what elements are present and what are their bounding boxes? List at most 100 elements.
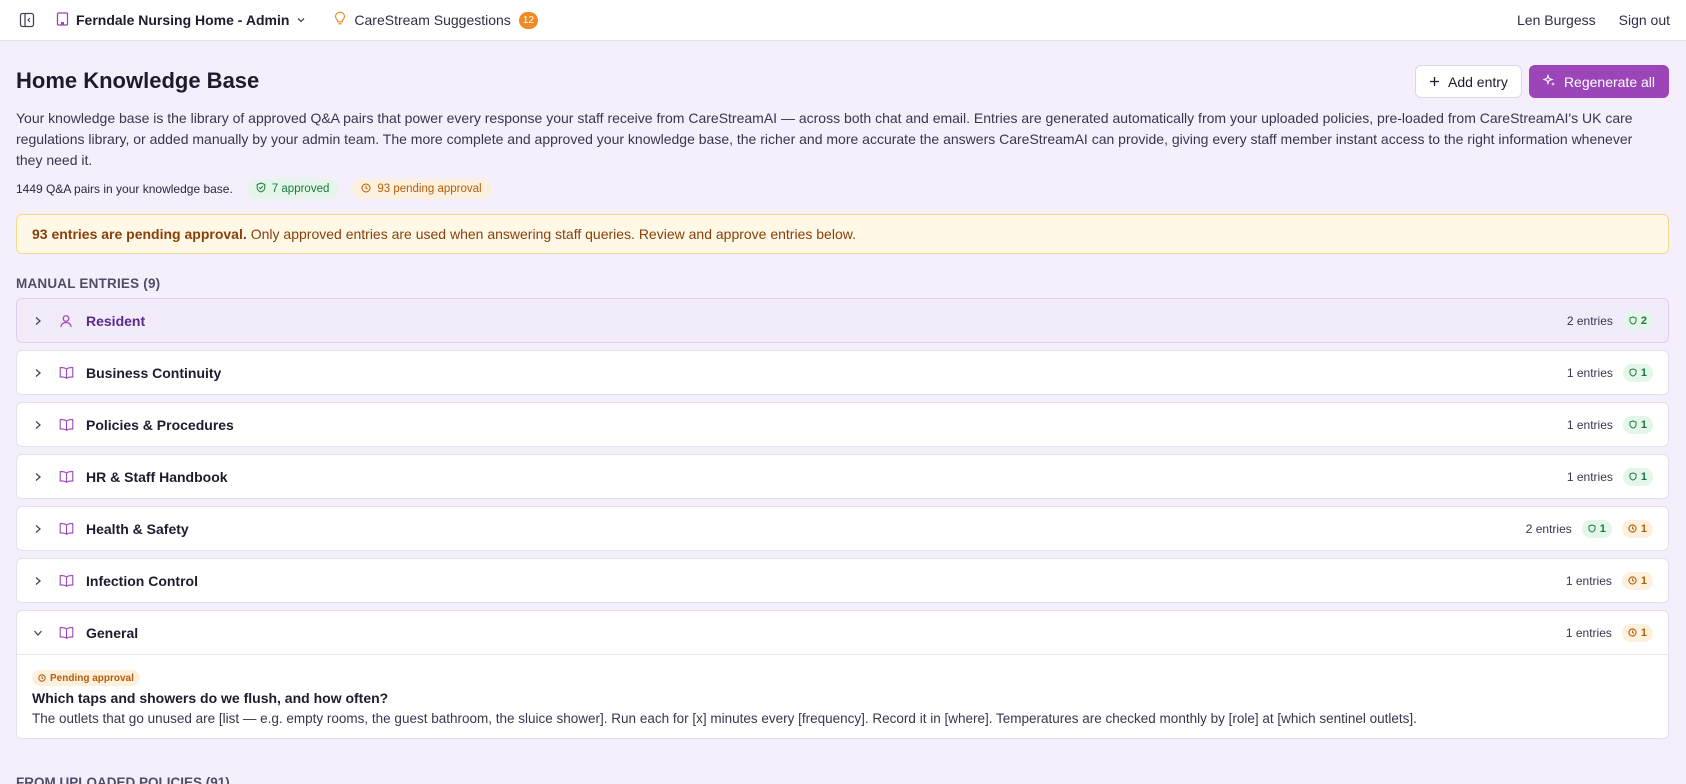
group-label: Infection Control [86, 572, 198, 589]
regenerate-all-label: Regenerate all [1563, 73, 1655, 90]
sign-out-link[interactable]: Sign out [1619, 12, 1670, 28]
book-open-icon [58, 469, 74, 485]
group-label: Resident [86, 312, 146, 329]
pending-pill: 93 pending approval [352, 179, 491, 199]
group-label: Health & Safety [86, 520, 189, 537]
pending-status-label: Pending approval [50, 672, 134, 684]
group-header-general[interactable]: General 1 entries 1 [17, 611, 1668, 654]
entry-answer: The outlets that go unused are [list — e… [32, 711, 1417, 726]
approved-count-badge: 2 [1622, 311, 1653, 330]
alert-bold-text: 93 entries are pending approval. [32, 226, 247, 242]
approved-count: 1 [1640, 470, 1647, 483]
group-health-safety: Health & Safety 2 entries 1 1 [16, 506, 1669, 551]
main-content: Home Knowledge Base Add entry Regenerate… [0, 65, 1686, 784]
carestream-suggestions-link[interactable]: CareStream Suggestions 12 [334, 11, 538, 29]
chevron-right-icon [32, 575, 44, 587]
pending-count: 1 [1640, 522, 1647, 535]
building-icon [56, 11, 69, 29]
approved-count: 1 [1640, 418, 1647, 431]
user-name[interactable]: Len Burgess [1517, 12, 1596, 28]
group-header-health-safety[interactable]: Health & Safety 2 entries 1 1 [17, 507, 1668, 550]
book-open-icon [58, 417, 74, 433]
clock-icon [38, 674, 46, 682]
book-open-icon [58, 365, 74, 381]
entry-question: Which taps and showers do we flush, and … [32, 690, 389, 706]
plus-icon [1429, 74, 1440, 90]
entries-count: 1 entries [1566, 417, 1613, 432]
group-label: Policies & Procedures [86, 416, 234, 433]
org-name: Ferndale Nursing Home - Admin [76, 12, 290, 28]
qa-count-text: 1449 Q&A pairs in your knowledge base. [16, 182, 233, 196]
add-entry-button[interactable]: Add entry [1415, 65, 1522, 98]
entries-count: 1 entries [1566, 365, 1613, 380]
pending-alert: 93 entries are pending approval. Only ap… [16, 214, 1669, 254]
chevron-down-icon [32, 627, 44, 639]
shield-check-icon [1588, 524, 1596, 533]
regenerate-all-button[interactable]: Regenerate all [1528, 65, 1669, 98]
kb-entry[interactable]: Pending approval Which taps and showers … [17, 654, 1668, 738]
intro-text: Your knowledge base is the library of ap… [16, 110, 1633, 168]
group-resident: Resident 2 entries 2 [16, 298, 1669, 343]
manual-entries-title: MANUAL ENTRIES (9) [16, 276, 161, 291]
lightbulb-icon [334, 11, 346, 29]
clock-icon [1628, 576, 1637, 585]
approved-pill-label: 7 approved [271, 183, 330, 195]
group-label: HR & Staff Handbook [86, 468, 228, 485]
entries-count: 1 entries [1566, 469, 1613, 484]
approved-count: 1 [1640, 366, 1647, 379]
approved-pill: 7 approved [246, 179, 339, 199]
approved-count-badge: 1 [1622, 363, 1653, 382]
group-label: General [86, 624, 139, 641]
group-header-business-continuity[interactable]: Business Continuity 1 entries 1 [17, 351, 1668, 394]
entries-count: 2 entries [1525, 521, 1572, 536]
group-header-resident[interactable]: Resident 2 entries 2 [17, 299, 1668, 342]
pending-pill-label: 93 pending approval [377, 183, 482, 195]
chevron-down-icon [296, 12, 306, 28]
book-open-icon [58, 625, 74, 641]
approved-count-badge: 1 [1622, 415, 1653, 434]
group-policies-procedures: Policies & Procedures 1 entries 1 [16, 402, 1669, 447]
user-icon [58, 313, 74, 329]
sparkles-icon [1542, 73, 1556, 90]
uploaded-policies-title: FROM UPLOADED POLICIES (91) [16, 775, 230, 784]
shield-check-icon [1629, 472, 1637, 481]
alert-text: Only approved entries are used when answ… [250, 226, 856, 242]
book-open-icon [58, 573, 74, 589]
org-switcher[interactable]: Ferndale Nursing Home - Admin [56, 11, 306, 29]
approved-count-badge: 1 [1622, 467, 1653, 486]
chevron-right-icon [32, 523, 44, 535]
clock-icon [1628, 628, 1637, 637]
shield-check-icon [1629, 420, 1637, 429]
approved-count: 2 [1640, 314, 1647, 327]
pending-count-badge: 1 [1621, 571, 1653, 590]
shield-check-icon [1629, 368, 1637, 377]
page-title: Home Knowledge Base [16, 68, 260, 93]
suggestions-label: CareStream Suggestions [354, 12, 511, 28]
chevron-right-icon [32, 367, 44, 379]
chevron-right-icon [32, 471, 44, 483]
group-header-hr-staff-handbook[interactable]: HR & Staff Handbook 1 entries 1 [17, 455, 1668, 498]
pending-count: 1 [1640, 626, 1647, 639]
book-open-icon [58, 521, 74, 537]
kb-stats: 1449 Q&A pairs in your knowledge base. 7… [16, 179, 1669, 199]
group-header-infection-control[interactable]: Infection Control 1 entries 1 [17, 559, 1668, 602]
group-label: Business Continuity [86, 364, 222, 381]
entries-count: 2 entries [1566, 313, 1613, 328]
sidebar-toggle-icon[interactable] [16, 9, 38, 31]
pending-count-badge: 1 [1621, 519, 1653, 538]
suggestions-count-badge: 12 [518, 11, 538, 29]
entries-count: 1 entries [1565, 573, 1612, 588]
group-header-policies-procedures[interactable]: Policies & Procedures 1 entries 1 [17, 403, 1668, 446]
clock-icon [361, 183, 371, 196]
shield-check-icon [1629, 316, 1637, 325]
clock-icon [1628, 524, 1637, 533]
approved-count-badge: 1 [1581, 519, 1612, 538]
pending-count: 1 [1640, 574, 1647, 587]
chevron-right-icon [32, 419, 44, 431]
pending-count-badge: 1 [1621, 623, 1653, 642]
chevron-right-icon [32, 315, 44, 327]
pending-status-badge: Pending approval [32, 670, 140, 686]
add-entry-label: Add entry [1448, 73, 1508, 90]
group-hr-staff-handbook: HR & Staff Handbook 1 entries 1 [16, 454, 1669, 499]
shield-check-icon [256, 182, 266, 196]
